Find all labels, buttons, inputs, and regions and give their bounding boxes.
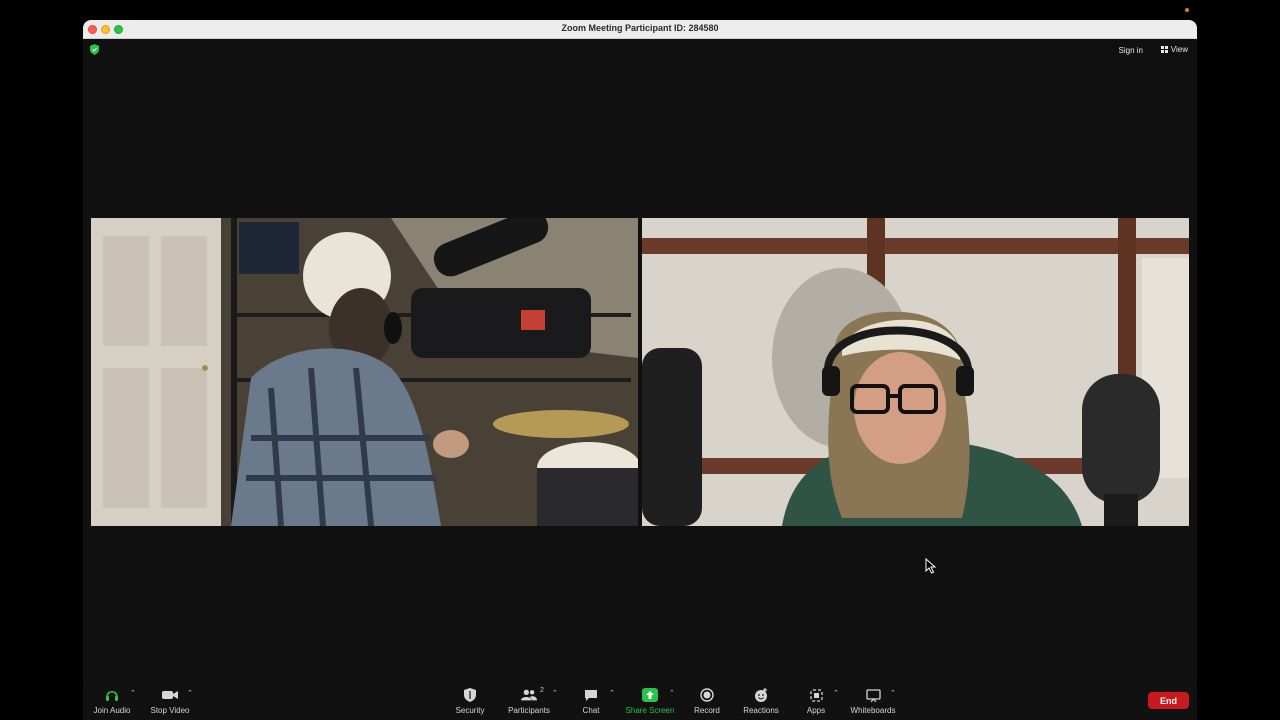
meeting-topbar: Sign in View — [83, 40, 1197, 60]
video-camera-icon — [162, 691, 178, 699]
chat-bubble-icon — [585, 689, 597, 701]
view-label: View — [1170, 45, 1188, 54]
view-button[interactable]: View — [1160, 45, 1188, 54]
security-shield-icon — [464, 688, 476, 702]
window-titlebar: Zoom Meeting Participant ID: 284580 — [83, 20, 1197, 39]
caret-up-icon[interactable]: ⌃ — [187, 689, 193, 697]
whiteboards-button[interactable]: Whiteboards — [838, 687, 908, 715]
participants-count: 2 — [540, 687, 544, 694]
apps-label: Apps — [806, 706, 826, 715]
zoom-meeting-window: Zoom Meeting Participant ID: 284580 Sign… — [83, 20, 1197, 720]
shield-check-icon[interactable] — [90, 44, 99, 55]
reactions-smiley-icon — [755, 688, 767, 702]
desktop: Zoom Meeting Participant ID: 284580 Sign… — [0, 0, 1280, 720]
participant-video-tile-2[interactable] — [642, 218, 1189, 526]
whiteboard-icon — [865, 688, 881, 702]
meeting-toolbar: Join Audio ⌃ Stop Video ⌃ Security Parti… — [83, 684, 1197, 720]
record-icon — [700, 688, 714, 702]
reactions-label: Reactions — [743, 706, 779, 715]
apps-icon — [809, 688, 823, 702]
end-meeting-button[interactable]: End — [1148, 692, 1189, 709]
caret-up-icon[interactable]: ⌃ — [890, 689, 896, 697]
participants-icon — [521, 689, 537, 701]
sign-in-link[interactable]: Sign in — [1119, 46, 1143, 55]
chat-label: Chat — [582, 706, 600, 715]
caret-up-icon[interactable]: ⌃ — [609, 689, 615, 697]
window-title: Zoom Meeting Participant ID: 284580 — [561, 23, 719, 33]
participants-label: Participants — [508, 706, 550, 715]
video-frame-drummer — [91, 218, 638, 526]
menubar-indicator-dot — [1185, 8, 1189, 12]
video-frame-singer — [642, 218, 1189, 526]
security-label: Security — [455, 706, 485, 715]
share-screen-label: Share Screen — [625, 706, 675, 715]
headphones-icon — [106, 690, 118, 701]
whiteboards-label: Whiteboards — [850, 706, 896, 715]
mouse-cursor-icon — [925, 558, 937, 574]
grid-view-icon — [1160, 46, 1168, 53]
participant-video-tile-1[interactable] — [91, 218, 638, 526]
share-screen-arrow-icon — [642, 688, 658, 702]
join-audio-label: Join Audio — [93, 706, 131, 715]
stop-video-button[interactable]: Stop Video — [135, 687, 205, 715]
record-label: Record — [694, 706, 720, 715]
stop-video-label: Stop Video — [150, 706, 190, 715]
